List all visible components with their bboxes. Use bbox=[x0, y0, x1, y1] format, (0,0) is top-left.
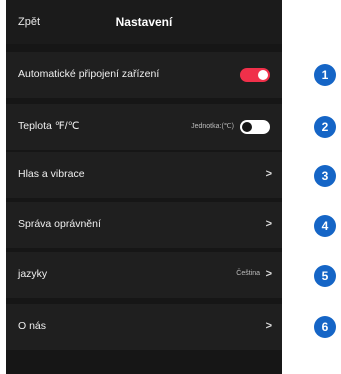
auto-connect-toggle[interactable] bbox=[240, 68, 270, 82]
callout-badge-6: 6 bbox=[314, 316, 336, 338]
setting-row-language[interactable]: jazyky Čeština > bbox=[6, 252, 282, 298]
callout-badge-3: 3 bbox=[314, 165, 336, 187]
screenshot-stage: Zpět Nastavení Automatické připojení zař… bbox=[0, 0, 341, 374]
callout-badge-4: 4 bbox=[314, 215, 336, 237]
callout-badge-1: 1 bbox=[314, 64, 336, 86]
setting-row-temperature[interactable]: Teplota ℉/℃ Jednotka:(℃) bbox=[6, 104, 282, 150]
chevron-right-icon: > bbox=[265, 168, 272, 180]
setting-label-permissions: Správa oprávnění bbox=[18, 218, 101, 230]
chevron-right-icon: > bbox=[265, 320, 272, 332]
current-language-value: Čeština bbox=[236, 270, 260, 277]
setting-row-about[interactable]: O nás > bbox=[6, 304, 282, 350]
toggle-knob bbox=[258, 70, 268, 80]
setting-row-sound-vibration[interactable]: Hlas a vibrace > bbox=[6, 152, 282, 198]
page-title: Nastavení bbox=[115, 15, 173, 29]
setting-label-auto-connect: Automatické připojení zařízení bbox=[18, 68, 160, 80]
setting-row-permissions[interactable]: Správa oprávnění > bbox=[6, 202, 282, 248]
toggle-knob bbox=[242, 122, 252, 132]
chevron-right-icon: > bbox=[265, 268, 272, 280]
callout-badge-5: 5 bbox=[314, 265, 336, 287]
setting-label-temperature: Teplota ℉/℃ bbox=[18, 120, 80, 132]
callout-badge-2: 2 bbox=[314, 116, 336, 138]
setting-label-language: jazyky bbox=[18, 268, 48, 280]
chevron-right-icon: > bbox=[265, 218, 272, 230]
temperature-unit-toggle[interactable] bbox=[240, 120, 270, 134]
setting-row-auto-connect[interactable]: Automatické připojení zařízení bbox=[6, 52, 282, 98]
setting-label-sound-vibration: Hlas a vibrace bbox=[18, 168, 85, 180]
temperature-unit-hint: Jednotka:(℃) bbox=[191, 123, 234, 130]
settings-screen: Zpět Nastavení Automatické připojení zař… bbox=[6, 0, 282, 374]
top-bar: Zpět Nastavení bbox=[6, 0, 282, 44]
setting-label-about: O nás bbox=[18, 320, 47, 332]
